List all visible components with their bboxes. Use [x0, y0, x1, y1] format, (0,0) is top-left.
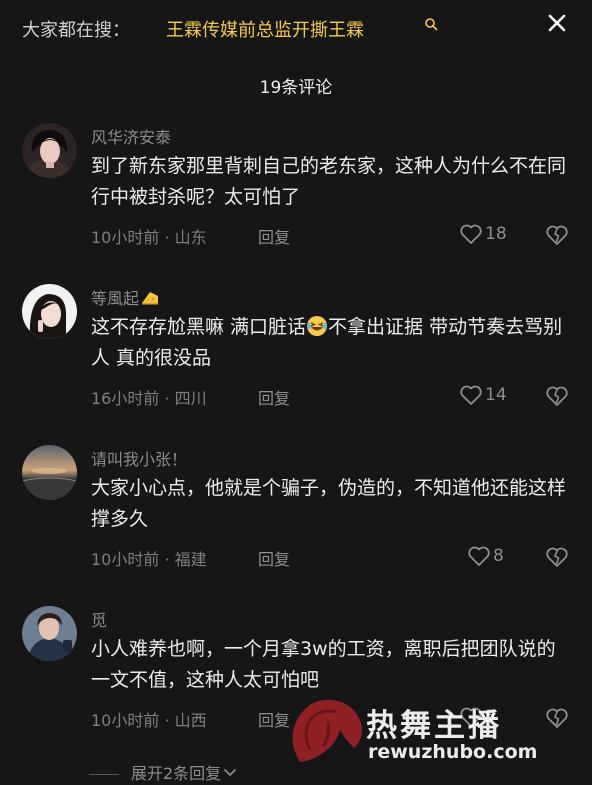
comment-meta: 10小时前 · 福建: [91, 550, 207, 569]
comment-author[interactable]: 风华济安泰: [91, 124, 171, 148]
divider-line: [89, 774, 119, 775]
comment-text: 大家小心点，他就是个骗子，伪造的，不知道他还能这样撑多久: [91, 477, 567, 530]
search-prefix: 大家都在搜：: [22, 20, 130, 41]
broken-heart-icon[interactable]: [545, 385, 569, 407]
comment-text: 这不存存尬黑嘛 满口脏话 不拿出证据 带动节奏去骂别人 真的很没品: [91, 312, 566, 374]
comment-author-name: 等風起: [91, 289, 140, 308]
avatar[interactable]: [22, 284, 77, 339]
cheese-icon: [142, 292, 159, 305]
heart-outline-icon: [460, 224, 482, 244]
reply-button[interactable]: 回复: [258, 546, 290, 570]
like-button[interactable]: 8: [467, 545, 504, 567]
comment-count-title: 19条评论: [259, 78, 333, 98]
like-count: 14: [485, 385, 507, 405]
top-bar: 大家都在搜： 王霖传媒前总监开撕王霖: [0, 0, 592, 60]
comment-item: 请叫我小张！ 大家小心点，他就是个骗子，伪造的，不知道他还能这样撑多久 10小时…: [0, 445, 592, 605]
like-button[interactable]: 14: [459, 384, 507, 406]
comment-author[interactable]: 觅: [91, 607, 107, 631]
watermark-logo-icon: [292, 699, 362, 762]
expand-replies-button[interactable]: 展开2条回复: [89, 760, 237, 784]
comment-item: 等風起 这不存存尬黑嘛 满口脏话 不拿出证据 带动节奏去骂别人 真的很没品 16小…: [0, 284, 592, 444]
watermark-url: rewuzhubo.com: [368, 741, 538, 763]
like-count: 18: [485, 224, 507, 244]
close-icon[interactable]: [546, 12, 568, 34]
comment-author[interactable]: 请叫我小张！: [91, 446, 187, 470]
comment-author[interactable]: 等風起: [91, 285, 159, 309]
watermark-title: 热舞主播: [366, 708, 502, 744]
comment-meta: 10小时前 · 山西: [91, 711, 207, 730]
avatar[interactable]: [22, 445, 77, 500]
comment-text: 到了新东家那里背刺自己的老东家，这种人为什么不在同行中被封杀呢？太可怕了: [91, 155, 567, 208]
search-icon[interactable]: [424, 17, 438, 31]
broken-heart-icon[interactable]: [545, 224, 569, 246]
reply-button[interactable]: 回复: [258, 385, 290, 409]
expand-replies-label: 展开2条回复: [131, 764, 222, 783]
comment-meta: 16小时前 · 四川: [91, 389, 207, 408]
trending-search-link[interactable]: 王霖传媒前总监开撕王霖: [166, 16, 364, 42]
laughing-tears-emoji-icon: [307, 316, 328, 336]
like-count: 8: [493, 546, 504, 566]
like-button[interactable]: 18: [459, 223, 507, 245]
comment-item: 风华济安泰 到了新东家那里背刺自己的老东家，这种人为什么不在同行中被封杀呢？太可…: [0, 123, 592, 283]
heart-outline-icon: [468, 546, 490, 566]
avatar[interactable]: [22, 606, 77, 661]
heart-outline-icon: [460, 385, 482, 405]
chevron-down-icon: [224, 769, 237, 776]
reply-button[interactable]: 回复: [258, 224, 290, 248]
broken-heart-icon[interactable]: [545, 707, 569, 729]
comment-meta: 10小时前 · 山东: [91, 228, 207, 247]
comment-text-part: 这不存存尬黑嘛 满口脏话: [91, 316, 307, 338]
avatar[interactable]: [22, 123, 77, 178]
broken-heart-icon[interactable]: [545, 546, 569, 568]
comment-text: 小人难养也啊，一个月拿3w的工资，离职后把团队说的一文不值，这种人太可怕吧: [91, 638, 556, 691]
